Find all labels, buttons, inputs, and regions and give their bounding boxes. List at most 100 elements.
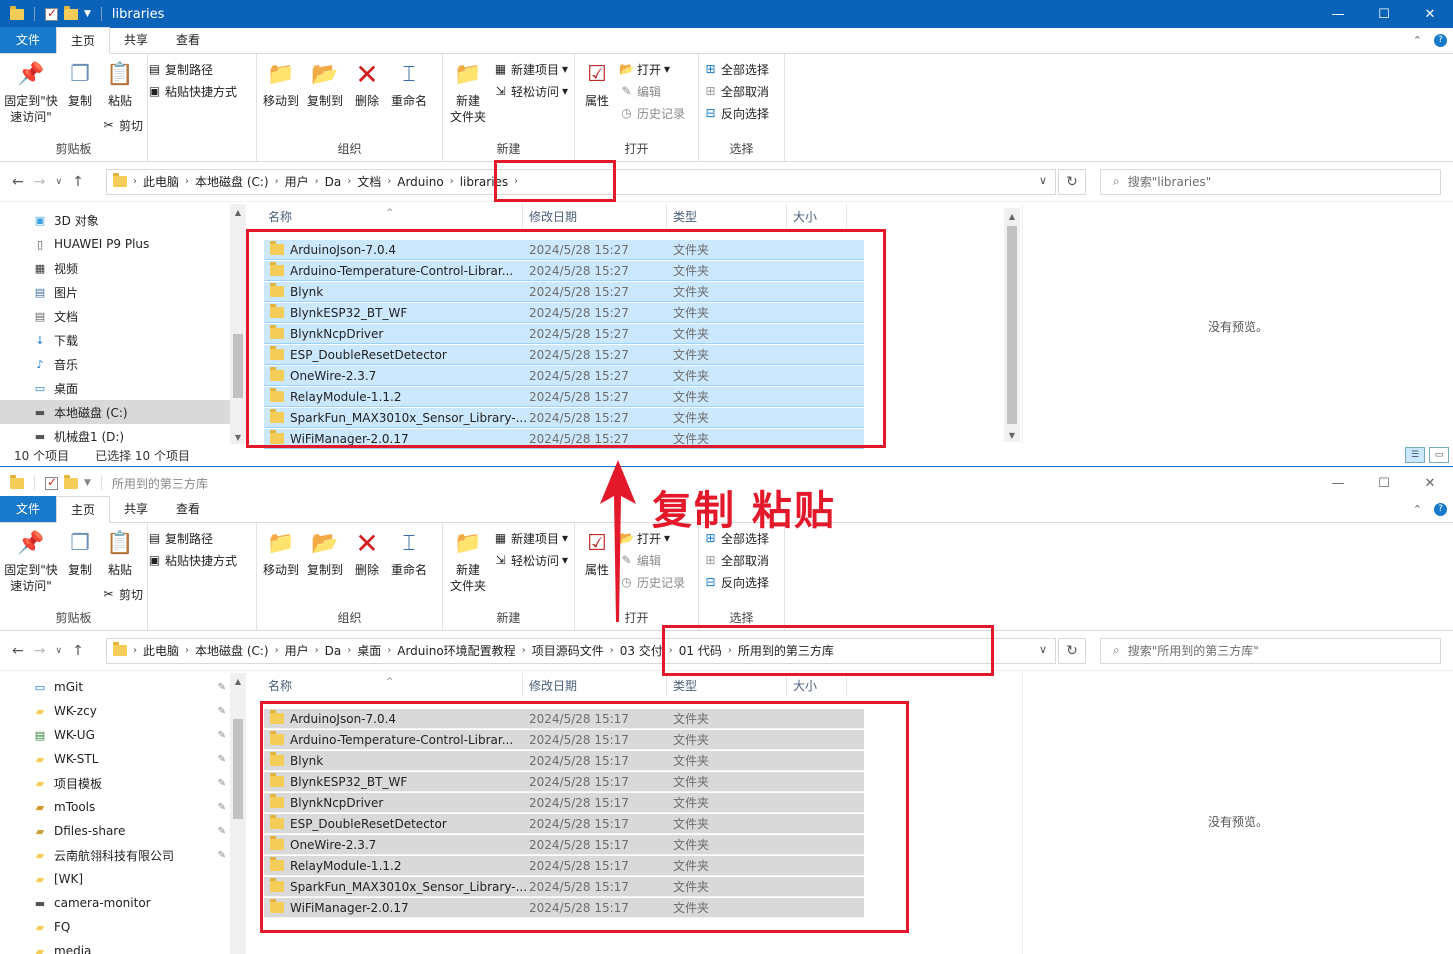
nav-item[interactable]: ▤ 文档 [0,304,246,328]
column-type[interactable]: 类型 [673,677,697,694]
breadcrumb-item[interactable]: 用户 [279,642,315,659]
paste-shortcut-button[interactable]: ▣ 粘贴快捷方式 [147,552,237,568]
breadcrumb-item[interactable]: Arduino [391,175,449,189]
quick-access-dropdown-icon[interactable]: ▼ [84,478,91,488]
close-button[interactable]: ✕ [1407,0,1453,28]
pin-icon[interactable]: ✎ [218,730,226,741]
nav-item[interactable]: ▯ HUAWEI P9 Plus [0,232,246,256]
file-list-scrollbar[interactable]: ▲ ▼ [1004,208,1020,442]
cut-button[interactable]: ✂ 剪切 [101,586,237,602]
help-icon[interactable]: ? [1434,34,1447,47]
tab-view[interactable]: 查看 [162,496,214,522]
easy-access-button[interactable]: ⇲ 轻松访问 ▾ [493,552,568,568]
column-size[interactable]: 大小 [793,208,817,225]
open-button[interactable]: 📂 打开 ▾ [619,61,685,77]
recent-dropdown-icon[interactable]: ∨ [55,643,62,659]
nav-item[interactable]: ▰ Dfiles-share ✎ [0,819,246,843]
search-input[interactable]: ⌕ 搜索"所用到的第三方库" [1100,637,1441,664]
properties-quick-icon[interactable] [45,475,58,490]
nav-item[interactable]: ▰ [WK] [0,867,246,891]
select-all-button[interactable]: ⊞ 全部选择 [703,61,769,77]
address-dropdown-icon[interactable]: ∨ [1039,174,1047,187]
invert-selection-button[interactable]: ⊟ 反向选择 [703,574,769,590]
select-none-button[interactable]: ⊞ 全部取消 [703,552,769,568]
pin-icon[interactable]: ✎ [218,754,226,765]
breadcrumb-item[interactable]: Da [319,175,348,189]
close-button[interactable]: ✕ [1407,469,1453,497]
column-name[interactable]: 名称 [268,677,292,694]
maximize-button[interactable]: ☐ [1361,0,1407,28]
nav-item[interactable]: ▰ WK-STL ✎ [0,747,246,771]
nav-item[interactable]: ▬ 本地磁盘 (C:) [0,400,246,424]
breadcrumb-item[interactable]: 本地磁盘 (C:) [189,642,275,659]
column-date[interactable]: 修改日期 [529,677,577,694]
tab-file[interactable]: 文件 [0,496,56,522]
breadcrumb-item[interactable]: 项目源码文件 [526,642,610,659]
nav-item[interactable]: ▦ 视频 [0,256,246,280]
new-folder-quick-icon[interactable] [64,474,78,489]
properties-quick-icon[interactable] [45,6,58,21]
breadcrumb-item[interactable]: 03 交付 [614,642,669,659]
details-view-icon[interactable]: ☰ [1405,447,1425,463]
quick-access-dropdown-icon[interactable]: ▼ [84,9,91,19]
forward-arrow-icon[interactable]: → [34,643,46,659]
breadcrumb-item[interactable]: Arduino环境配置教程 [391,642,521,659]
breadcrumb-item[interactable]: 桌面 [351,642,387,659]
nav-item[interactable]: ♪ 音乐 [0,352,246,376]
paste-shortcut-button[interactable]: ▣ 粘贴快捷方式 [147,83,237,99]
copy-path-button[interactable]: ▤ 复制路径 [147,530,237,546]
breadcrumb-item[interactable]: 本地磁盘 (C:) [189,173,275,190]
invert-selection-button[interactable]: ⊟ 反向选择 [703,105,769,121]
column-type[interactable]: 类型 [673,208,697,225]
column-date[interactable]: 修改日期 [529,208,577,225]
nav-item[interactable]: ▰ FQ [0,915,246,939]
nav-item[interactable]: ▰ mTools ✎ [0,795,246,819]
new-item-button[interactable]: ▦ 新建项目 ▾ [493,61,568,77]
collapse-ribbon-icon[interactable]: ⌃ [1413,503,1422,516]
back-arrow-icon[interactable]: ← [12,174,24,190]
nav-item[interactable]: ↓ 下载 [0,328,246,352]
nav-item[interactable]: ▤ WK-UG ✎ [0,723,246,747]
history-button[interactable]: ◷ 历史记录 [619,105,685,121]
tab-share[interactable]: 共享 [110,27,162,53]
breadcrumb-item[interactable]: 用户 [279,173,315,190]
nav-scrollbar[interactable]: ▲ ▼ [230,204,246,444]
tab-home[interactable]: 主页 [56,27,111,54]
refresh-button[interactable]: ↻ [1058,637,1086,664]
up-arrow-icon[interactable]: ↑ [72,174,84,190]
recent-dropdown-icon[interactable]: ∨ [55,174,62,190]
tab-share[interactable]: 共享 [110,496,162,522]
edit-button[interactable]: ✎ 编辑 [619,83,685,99]
minimize-button[interactable]: — [1315,0,1361,28]
pin-icon[interactable]: ✎ [218,706,226,717]
pin-icon[interactable]: ✎ [218,682,226,693]
nav-item[interactable]: ▣ 3D 对象 [0,208,246,232]
new-item-button[interactable]: ▦ 新建项目 ▾ [493,530,568,546]
pin-icon[interactable]: ✎ [218,850,226,861]
nav-item[interactable]: ▭ 桌面 [0,376,246,400]
up-arrow-icon[interactable]: ↑ [72,643,84,659]
collapse-ribbon-icon[interactable]: ⌃ [1413,34,1422,47]
address-dropdown-icon[interactable]: ∨ [1039,643,1047,656]
pin-icon[interactable]: ✎ [218,826,226,837]
pin-icon[interactable]: ✎ [218,778,226,789]
title-bar[interactable]: ▼ libraries — ☐ ✕ [0,0,1453,28]
easy-access-button[interactable]: ⇲ 轻松访问 ▾ [493,83,568,99]
nav-item[interactable]: ▰ WK-zcy ✎ [0,699,246,723]
forward-arrow-icon[interactable]: → [34,174,46,190]
nav-item[interactable]: ▰ media [0,939,246,954]
cut-button[interactable]: ✂ 剪切 [101,117,237,133]
breadcrumb-item[interactable]: 此电脑 [137,642,185,659]
tab-home[interactable]: 主页 [56,496,111,523]
breadcrumb-item[interactable]: 文档 [351,173,387,190]
nav-item[interactable]: ▭ mGit ✎ [0,675,246,699]
maximize-button[interactable]: ☐ [1361,469,1407,497]
nav-scrollbar[interactable]: ▲ [230,673,246,954]
copy-path-button[interactable]: ▤ 复制路径 [147,61,237,77]
breadcrumb-item[interactable]: Da [319,644,348,658]
tab-view[interactable]: 查看 [162,27,214,53]
breadcrumb-item[interactable]: 此电脑 [137,173,185,190]
tab-file[interactable]: 文件 [0,27,56,53]
select-none-button[interactable]: ⊞ 全部取消 [703,83,769,99]
nav-item[interactable]: ▰ 云南航翎科技有限公司 ✎ [0,843,246,867]
